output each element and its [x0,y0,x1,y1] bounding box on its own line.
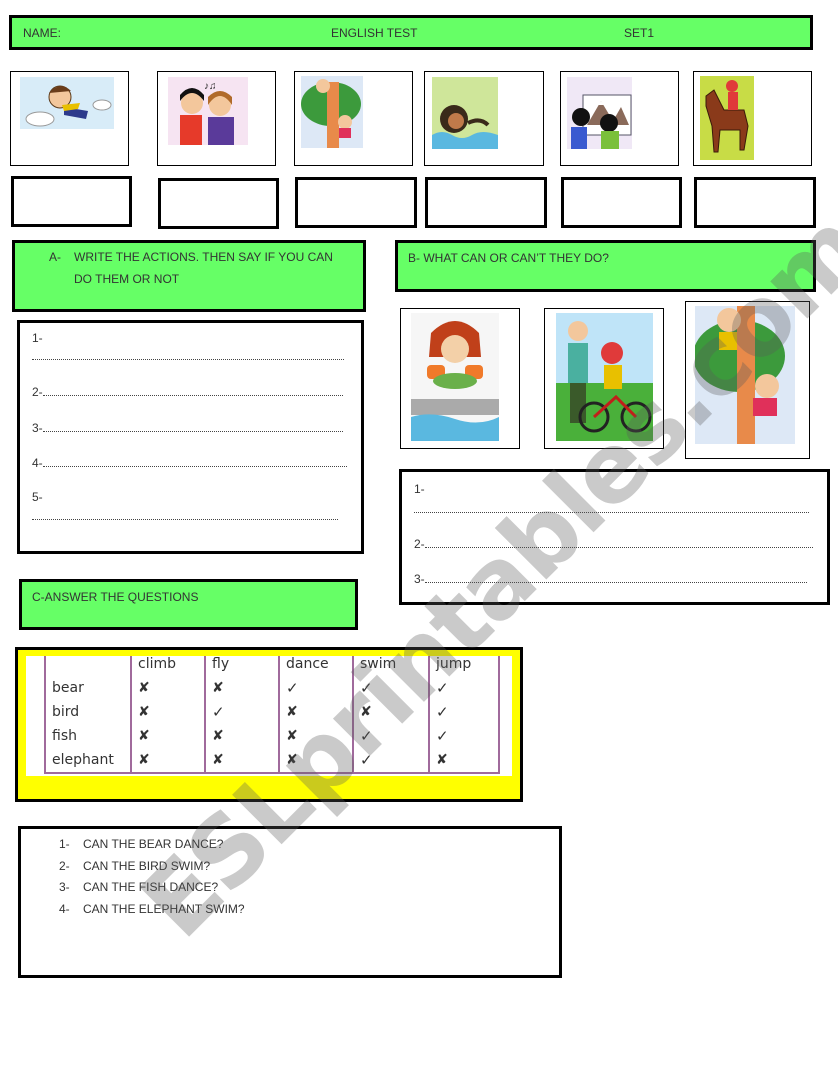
section-a-header: A- WRITE THE ACTIONS. THEN SAY IF YOU CA… [12,240,366,312]
kids-painting-icon [567,77,632,149]
header-bar: NAME: ENGLISH TEST SET1 [9,15,813,50]
questions-box[interactable]: 1- CAN THE BEAR DANCE? 2- CAN THE BIRD SWI… [18,826,562,978]
girl-riding-horse-icon [700,76,754,160]
table-row: bear ✘ ✘ ✓ ✓ ✓ [44,676,500,700]
boy-flying-icon [20,77,114,129]
section-c-header: C-ANSWER THE QUESTIONS [19,579,358,630]
ability-mark: ✘ [278,700,354,724]
ability-mark: ✓ [352,724,430,748]
picture-frame-1 [10,71,129,166]
section-b-picture-3 [685,301,810,459]
b-answer-line-3[interactable]: 3- [414,572,807,586]
answer-box-4[interactable] [425,177,547,228]
ability-mark: ✓ [352,676,430,700]
girl-swimming-icon [432,77,498,149]
answer-line-5b[interactable] [32,509,338,523]
answer-line-1b[interactable] [32,349,344,363]
table-header-swim: swim [352,656,430,676]
answer-line-2[interactable]: 2- [32,385,343,399]
section-b-title: B- WHAT CAN OR CAN’T THEY DO? [408,251,609,265]
ability-mark: ✘ [204,676,280,700]
ability-mark: ✘ [130,676,206,700]
answer-line-5[interactable]: 5- [32,490,43,504]
ability-table: climb fly dance swim jump bear ✘ ✘ ✓ ✓ ✓… [44,656,500,774]
question-2: 2- CAN THE BIRD SWIM? [59,859,211,873]
kids-climbing-tree-icon [301,76,363,148]
picture-frame-4 [424,71,544,166]
answer-box-3[interactable] [295,177,417,228]
question-1: 1- CAN THE BEAR DANCE? [59,837,224,851]
b-answer-line-1[interactable]: 1- [414,482,425,496]
boy-riding-bike-icon [556,313,653,441]
ability-mark: ✘ [204,724,280,748]
b-answer-line-2[interactable]: 2- [414,537,813,551]
question-4: 4- CAN THE ELEPHANT SWIM? [59,902,245,916]
picture-frame-3 [294,71,413,166]
set-label: SET1 [624,26,655,40]
ability-mark: ✘ [352,700,430,724]
ability-table-frame: climb fly dance swim jump bear ✘ ✘ ✓ ✓ ✓… [15,647,523,802]
table-header-climb: climb [130,656,206,676]
animal-name: bird [44,700,132,724]
answer-box-6[interactable] [694,177,816,228]
svg-text:♪♫: ♪♫ [204,81,217,92]
girls-singing-icon: ♪♫ [168,77,248,145]
ability-mark: ✘ [428,748,500,774]
answer-line-1[interactable]: 1- [32,331,43,345]
table-header-empty [44,656,132,676]
test-title: ENGLISH TEST [331,26,418,40]
picture-frame-6 [693,71,812,166]
section-a-title-line1: WRITE THE ACTIONS. THEN SAY IF YOU CAN [74,250,333,264]
ability-mark: ✓ [204,700,280,724]
section-a-title-line2: DO THEM OR NOT [74,272,180,286]
answer-line-3[interactable]: 3- [32,421,343,435]
ability-mark: ✘ [130,724,206,748]
table-row: bird ✘ ✓ ✘ ✘ ✓ [44,700,500,724]
answer-box-5[interactable] [561,177,682,228]
table-row: fish ✘ ✘ ✘ ✓ ✓ [44,724,500,748]
picture-frame-5 [560,71,679,166]
animal-name: fish [44,724,132,748]
table-header-row: climb fly dance swim jump [44,656,500,676]
ability-mark: ✓ [428,676,500,700]
section-b-header: B- WHAT CAN OR CAN’T THEY DO? [395,240,816,292]
ability-mark: ✘ [204,748,280,774]
ability-mark: ✓ [352,748,430,774]
animal-name: bear [44,676,132,700]
table-header-dance: dance [278,656,354,676]
section-b-answer-box[interactable]: 1- 2- 3- [399,469,830,605]
table-header-fly: fly [204,656,280,676]
table-header-jump: jump [428,656,500,676]
ability-mark: ✘ [278,748,354,774]
answer-box-2[interactable] [158,178,279,229]
girl-with-armbands-icon [411,313,499,441]
section-b-picture-1 [400,308,520,449]
table-row: elephant ✘ ✘ ✘ ✓ ✘ [44,748,500,774]
ability-mark: ✘ [130,700,206,724]
question-3: 3- CAN THE FISH DANCE? [59,880,219,894]
section-a-marker: A- [49,250,61,264]
animal-name: elephant [44,748,132,774]
b-answer-line-1b[interactable] [414,502,809,516]
section-b-picture-2 [544,308,664,449]
ability-mark: ✓ [428,724,500,748]
picture-frame-2: ♪♫ [157,71,276,166]
name-label: NAME: [23,26,62,40]
ability-mark: ✓ [428,700,500,724]
answer-line-4[interactable]: 4- [32,456,347,470]
answer-box-1[interactable] [11,176,132,227]
ability-mark: ✘ [278,724,354,748]
ability-mark: ✓ [278,676,354,700]
kids-climbing-tree-icon [695,306,795,444]
section-a-answer-box[interactable]: 1- 2- 3- 4- 5- [17,320,364,554]
section-c-title: C-ANSWER THE QUESTIONS [32,590,199,604]
ability-mark: ✘ [130,748,206,774]
